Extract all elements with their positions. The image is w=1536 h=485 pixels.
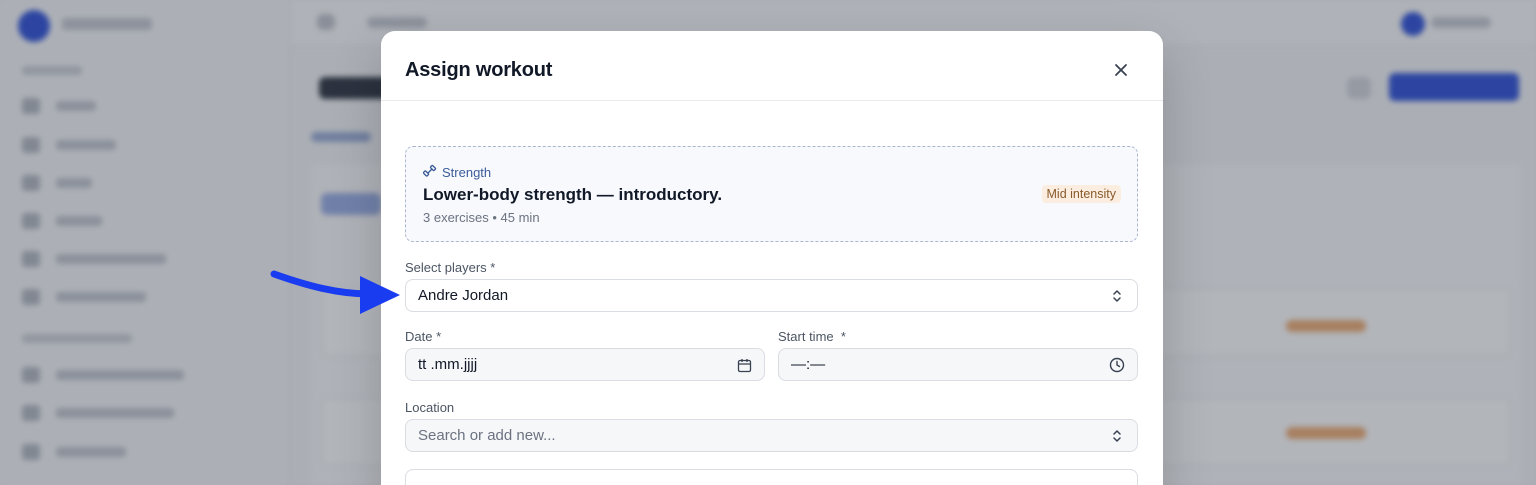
workout-title: Lower-body strength — introductory. [423,185,723,204]
next-field[interactable] [405,469,1138,485]
workout-category: Strength [422,164,492,181]
location-combobox[interactable]: Search or add new... [405,419,1138,452]
date-input[interactable]: tt .mm.jjjj [405,348,765,381]
location-label: Location [405,400,455,415]
start-time-input[interactable]: —:— [778,348,1138,381]
workout-meta: 3 exercises • 45 min [423,210,540,225]
dialog-header: Assign workout [381,31,1163,101]
date-input-value: tt .mm.jjjj [418,356,478,373]
start-time-value: —:— [791,356,826,373]
date-label: Date * [405,329,442,344]
start-time-label: Start time * [778,329,846,344]
dumbbell-icon [422,164,437,181]
players-select[interactable]: Andre Jordan [405,279,1138,312]
chevron-up-down-icon [1109,288,1125,304]
intensity-badge: Mid intensity [1041,185,1121,203]
dialog-title: Assign workout [405,59,553,81]
close-icon [1114,63,1128,82]
location-placeholder: Search or add new... [418,427,556,444]
close-button[interactable] [1109,60,1133,84]
clock-icon[interactable] [1109,357,1125,373]
players-label: Select players * [405,260,496,275]
workout-category-label: Strength [442,165,492,180]
workout-summary-card: Strength Lower-body strength — introduct… [405,146,1138,242]
players-select-value: Andre Jordan [418,287,509,304]
annotation-arrow [268,262,404,321]
chevron-up-down-icon [1109,428,1125,444]
calendar-icon[interactable] [736,357,752,373]
assign-workout-dialog: Assign workout Strength Lower-body stren… [381,31,1163,485]
